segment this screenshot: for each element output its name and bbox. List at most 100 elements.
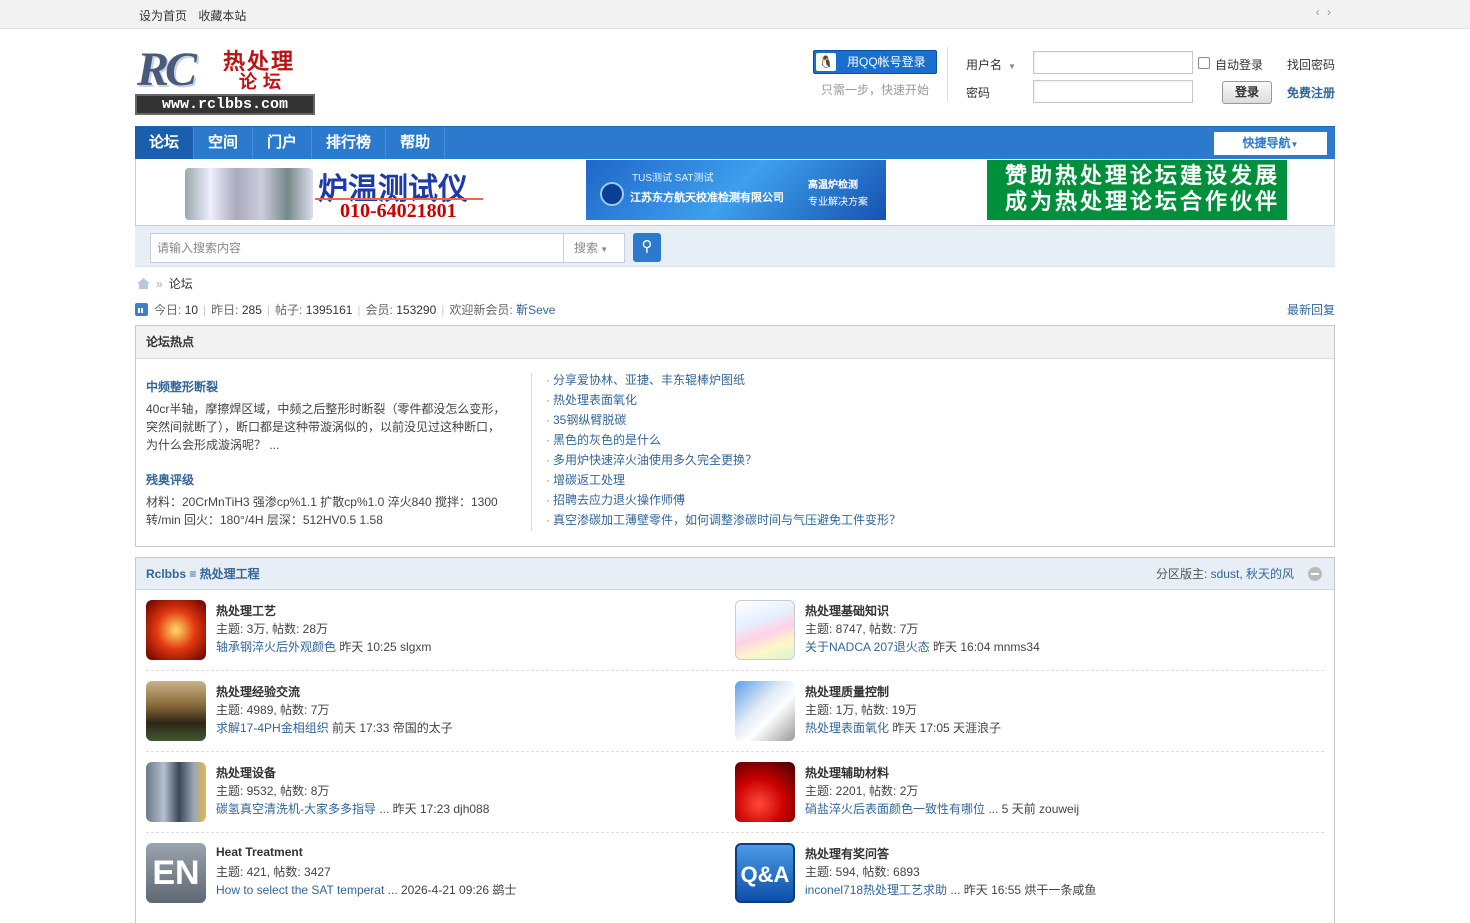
hot-topic-item[interactable]: · 热处理表面氧化 xyxy=(546,390,901,410)
members-count: 153290 xyxy=(396,303,437,317)
logo-cn-subtitle: 论坛 xyxy=(239,72,287,93)
last-post-link[interactable]: 碳氢真空清洗机-大家多多指导 xyxy=(216,802,376,816)
hot-topic-item[interactable]: · 真空渗碳加工薄壁零件，如何调整渗碳时间与气压避免工件变形？ xyxy=(546,510,901,530)
hot-topic-item[interactable]: · 35钢纵臂脱碳 xyxy=(546,410,901,430)
login-button[interactable]: 登录 xyxy=(1222,81,1272,104)
breadcrumb-separator: » xyxy=(156,277,163,291)
auto-login-checkbox[interactable] xyxy=(1198,57,1210,69)
set-homepage-link[interactable]: 设为首页 xyxy=(139,9,187,23)
today-count: 10 xyxy=(184,303,199,317)
logo-rc-text: RC xyxy=(137,43,197,96)
last-post-link[interactable]: How to select the SAT temperat xyxy=(216,883,384,897)
conference-icon[interactable] xyxy=(146,681,206,741)
quench-oil-icon[interactable] xyxy=(735,762,795,822)
ad-calibration[interactable]: TUS测试 SAT测试 江苏东方航天校准检测有限公司 高温炉检测 专业解决方案 xyxy=(586,160,886,220)
nav-item-forum[interactable]: 论坛 xyxy=(135,127,195,159)
ad-sponsor[interactable]: 赞助热处理论坛建设发展 成为热处理论坛合作伙伴 xyxy=(987,160,1287,220)
forum-counts: 主题: 594, 帖数: 6893 xyxy=(805,865,920,879)
moderator-link[interactable]: sdust xyxy=(1211,567,1240,581)
search-input[interactable]: 请输入搜索内容 xyxy=(150,233,564,263)
last-post-meta: ... 2026-4-21 09:26 鹚士 xyxy=(384,883,517,897)
feature-title[interactable]: 残奥评级 xyxy=(146,471,194,488)
section-header: Rclbbs ≡ 热处理工程 分区版主: sdust, 秋天的风 xyxy=(136,558,1334,590)
hot-topic-item[interactable]: · 黑色的灰色的是什么 xyxy=(546,430,901,450)
last-post-link[interactable]: 热处理表面氧化 xyxy=(805,721,889,735)
last-post-link[interactable]: 求解17-4PH金相组织 xyxy=(216,721,329,735)
username-type-select[interactable]: 用户名 ▼ xyxy=(966,56,1016,73)
forum-counts: 主题: 2201, 帖数: 2万 xyxy=(805,784,919,798)
scroll-arrows-icon[interactable]: ‹ › xyxy=(1316,5,1333,19)
feature-title[interactable]: 中频整形断裂 xyxy=(146,378,218,395)
newest-member-link[interactable]: 靳Seve xyxy=(516,303,555,317)
yesterday-count: 285 xyxy=(241,303,262,317)
qq-penguin-icon: 🐧 xyxy=(816,53,836,71)
forum-name[interactable]: 热处理基础知识 xyxy=(805,602,889,619)
find-password-link[interactable]: 找回密码 xyxy=(1287,56,1335,73)
quick-nav-label: 快捷导航 xyxy=(1242,136,1291,150)
section-title[interactable]: Rclbbs ≡ 热处理工程 xyxy=(146,567,260,581)
password-label: 密码 xyxy=(966,86,991,100)
nav-item-ranking[interactable]: 排行榜 xyxy=(312,127,387,159)
nav-item-space[interactable]: 空间 xyxy=(194,127,254,159)
site-logo[interactable]: RC 热处理 论坛 www.rclbbs.com xyxy=(135,42,315,115)
forum-counts: 主题: 3万, 帖数: 28万 xyxy=(216,622,329,636)
last-post-link[interactable]: inconel718热处理工艺求助 xyxy=(805,883,947,897)
forum-section: Rclbbs ≡ 热处理工程 分区版主: sdust, 秋天的风 热处理工艺 主… xyxy=(135,557,1335,923)
row-divider xyxy=(146,832,1324,833)
qq-login-button[interactable]: 🐧 用QQ帐号登录 xyxy=(813,50,937,74)
last-post-link[interactable]: 轴承钢淬火后外观颜色 xyxy=(216,640,336,654)
search-type-select[interactable]: 搜索 ▼ xyxy=(563,233,625,263)
forum-name[interactable]: 热处理工艺 xyxy=(216,602,276,619)
qa-icon[interactable]: Q&A xyxy=(735,843,795,903)
row-divider xyxy=(146,670,1324,671)
forum-name[interactable]: 热处理有奖问答 xyxy=(805,845,889,862)
forum-item: 热处理设备 主题: 9532, 帖数: 8万 碳氢真空清洗机-大家多多指导 ..… xyxy=(146,762,726,822)
forum-name[interactable]: 热处理辅助材料 xyxy=(805,764,889,781)
moderator-link[interactable]: 秋天的风 xyxy=(1246,567,1294,581)
forum-item: 热处理工艺 主题: 3万, 帖数: 28万 轴承钢淬火后外观颜色 昨天 10:2… xyxy=(146,600,726,660)
stats-chart-icon[interactable] xyxy=(135,303,148,316)
equipment-icon[interactable] xyxy=(146,762,206,822)
ad3-line2: 成为热处理论坛合作伙伴 xyxy=(1005,189,1281,214)
bookmark-link[interactable]: 收藏本站 xyxy=(198,9,246,23)
forum-counts: 主题: 9532, 帖数: 8万 xyxy=(216,784,330,798)
last-post-link[interactable]: 关于NADCA 207退火态 xyxy=(805,640,930,654)
register-link[interactable]: 免费注册 xyxy=(1287,84,1335,101)
forum-item: 热处理辅助材料 主题: 2201, 帖数: 2万 硝盐淬火后表面颜色一致性有哪位… xyxy=(735,762,1315,822)
forum-item: 热处理质量控制 主题: 1万, 帖数: 19万 热处理表面氧化 昨天 17:05… xyxy=(735,681,1315,741)
ad-furnace-tester[interactable]: 炉温测试仪 010-64021801 xyxy=(185,162,485,222)
auto-login-label[interactable]: 自动登录 xyxy=(1215,56,1263,73)
furnace-parts-icon[interactable] xyxy=(146,600,206,660)
breadcrumb: » 论坛 xyxy=(135,271,1335,297)
ad2-line3: 高温炉检测 xyxy=(808,180,858,191)
nav-item-portal[interactable]: 门户 xyxy=(253,127,313,159)
forum-item: Q&A 热处理有奖问答 主题: 594, 帖数: 6893 inconel718… xyxy=(735,843,1315,903)
home-icon[interactable] xyxy=(137,278,150,289)
username-input[interactable] xyxy=(1033,51,1193,74)
search-type-label: 搜索 xyxy=(574,241,599,255)
password-input[interactable] xyxy=(1033,80,1193,103)
microscope-icon[interactable] xyxy=(735,681,795,741)
last-post-link[interactable]: 硝盐淬火后表面颜色一致性有哪位 xyxy=(805,802,985,816)
latest-replies-link[interactable]: 最新回复 xyxy=(1287,297,1335,323)
breadcrumb-current: 论坛 xyxy=(168,277,193,291)
quick-nav-button[interactable]: 快捷导航▼ xyxy=(1214,132,1327,155)
en-icon[interactable]: EN xyxy=(146,843,206,903)
phase-diagram-icon[interactable] xyxy=(735,600,795,660)
hot-topic-item[interactable]: · 招聘去应力退火操作师傅 xyxy=(546,490,901,510)
collapse-icon[interactable] xyxy=(1308,567,1322,581)
hot-topic-item[interactable]: · 分享爱协林、亚捷、丰东辊棒炉图纸 xyxy=(546,370,901,390)
last-post-meta: 前天 17:33 帝国的太子 xyxy=(328,721,453,735)
forum-name[interactable]: 热处理设备 xyxy=(216,764,276,781)
forum-item: 热处理经验交流 主题: 4989, 帖数: 7万 求解17-4PH金相组织 前天… xyxy=(146,681,726,741)
posts-label: 帖子: xyxy=(275,303,303,317)
last-post-meta: 昨天 17:05 天涯浪子 xyxy=(889,721,1002,735)
nav-item-help[interactable]: 帮助 xyxy=(386,127,446,159)
ad-banner-row: 炉温测试仪 010-64021801 TUS测试 SAT测试 江苏东方航天校准检… xyxy=(135,159,1335,226)
forum-name[interactable]: Heat Treatment xyxy=(216,845,303,859)
forum-name[interactable]: 热处理质量控制 xyxy=(805,683,889,700)
search-button[interactable]: ⚲ xyxy=(633,233,661,262)
hot-topic-item[interactable]: · 多用炉快速淬火油使用多久完全更换？ xyxy=(546,450,901,470)
hot-topic-item[interactable]: · 增碳返工处理 xyxy=(546,470,901,490)
forum-name[interactable]: 热处理经验交流 xyxy=(216,683,300,700)
